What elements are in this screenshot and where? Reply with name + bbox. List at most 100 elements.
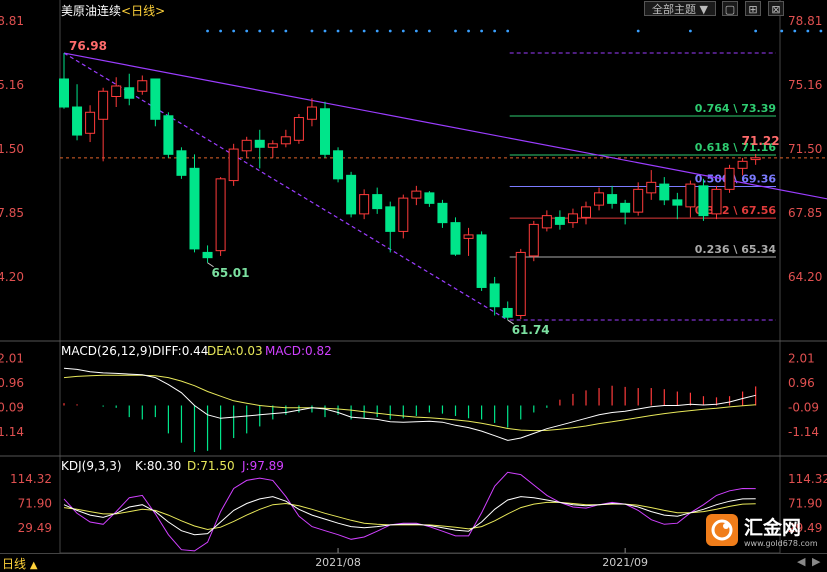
kdj-j-label: J:97.89 xyxy=(241,459,284,473)
restore-button[interactable]: ▢ xyxy=(722,1,738,16)
signal-dot-0 xyxy=(206,29,209,33)
candle-body-48 xyxy=(685,183,696,208)
next-icon[interactable]: ▶ xyxy=(812,555,820,568)
candle-body-31 xyxy=(463,234,474,239)
y-tick-right-2: 71.50 xyxy=(788,142,822,156)
kdj-y-tick-left-0: 114.32 xyxy=(10,472,52,486)
candle-body-26 xyxy=(398,197,409,232)
bottom-period-label: 日线 xyxy=(2,557,27,571)
candle-body-35 xyxy=(515,251,526,316)
candle-body-51 xyxy=(724,167,735,190)
kdj-k-label: K:80.30 xyxy=(135,459,181,473)
candle-body-42 xyxy=(607,194,618,204)
macd-y-tick-left-2: -0.09 xyxy=(0,401,24,415)
brand-logo: 汇金网 www.gold678.com xyxy=(706,512,824,552)
y-tick-left-0: 78.81 xyxy=(0,14,24,28)
signal-dot-18 xyxy=(467,29,470,33)
kdj-k-line xyxy=(63,496,756,536)
signal-dot-20 xyxy=(493,29,497,33)
signal-dot-1 xyxy=(219,29,223,33)
candle-body-6 xyxy=(137,80,148,92)
signal-dot-21 xyxy=(506,29,510,33)
candle-body-39 xyxy=(567,213,578,224)
close-button[interactable]: ⊠ xyxy=(768,1,784,16)
macd-y-tick-left-0: 2.01 xyxy=(0,352,24,366)
kdj-title: KDJ(9,3,3) xyxy=(61,459,122,473)
candle-body-8 xyxy=(163,115,174,155)
candle-body-9 xyxy=(176,150,187,176)
kdj-y-tick-left-2: 29.49 xyxy=(18,521,52,535)
signal-dot-4 xyxy=(258,29,262,33)
y-tick-left-2: 71.50 xyxy=(0,142,24,156)
candle-body-5 xyxy=(124,87,135,99)
candle-body-33 xyxy=(489,283,500,308)
candle-body-32 xyxy=(476,234,487,288)
signal-dot-24 xyxy=(754,29,758,33)
prev-icon[interactable]: ◀ xyxy=(797,555,805,568)
candle-body-43 xyxy=(620,202,631,213)
signal-dot-5 xyxy=(271,29,275,33)
candle-body-46 xyxy=(659,183,670,201)
close-icon: ⊠ xyxy=(771,3,781,16)
candle-body-15 xyxy=(254,139,265,148)
macd-value-label: MACD:0.82 xyxy=(265,344,332,358)
signal-dot-28 xyxy=(819,29,823,33)
kdj-d-label: D:71.50 xyxy=(187,459,235,473)
annotation-label-2: 61.74 xyxy=(512,323,550,337)
kdj-y-tick-left-1: 71.90 xyxy=(18,497,52,511)
candle-body-41 xyxy=(594,192,605,206)
candle-body-23 xyxy=(359,194,370,215)
candle-body-1 xyxy=(72,106,83,136)
y-tick-left-3: 67.85 xyxy=(0,206,24,220)
macd-title: MACD(26,12,9) xyxy=(61,344,152,358)
kdj-y-tick-right-0: 114.32 xyxy=(788,472,827,486)
candle-body-30 xyxy=(450,222,461,255)
candle-body-4 xyxy=(111,85,122,98)
signal-dot-27 xyxy=(806,29,810,33)
y-tick-right-0: 78.81 xyxy=(788,14,822,28)
candle-body-20 xyxy=(320,108,330,155)
signal-dot-17 xyxy=(454,29,457,33)
annotation-label-3: 71.22 xyxy=(742,134,780,148)
signal-dot-12 xyxy=(375,29,379,33)
kdj-y-tick-right-1: 71.90 xyxy=(788,497,822,511)
candle-body-21 xyxy=(333,150,344,180)
macd-y-tick-right-1: 0.96 xyxy=(788,376,815,390)
candle-body-34 xyxy=(502,307,513,318)
macd-diff-line xyxy=(63,367,756,441)
macd-y-tick-right-3: -1.14 xyxy=(788,425,819,439)
signal-dot-25 xyxy=(780,29,784,33)
signal-dot-13 xyxy=(388,29,392,33)
candle-body-2 xyxy=(85,111,96,134)
candle-body-13 xyxy=(228,148,239,182)
macd-diff-label: DIFF:0.44 xyxy=(152,344,208,358)
candle-body-14 xyxy=(241,139,252,152)
candle-body-52 xyxy=(737,160,748,169)
restore-icon: ▢ xyxy=(724,3,736,16)
candle-body-12 xyxy=(215,178,226,252)
candle-body-37 xyxy=(541,215,552,229)
y-tick-right-4: 64.20 xyxy=(788,270,822,284)
period-label[interactable]: 日线 xyxy=(131,4,155,18)
fib-label-1: 0.764 \ 73.39 xyxy=(695,102,776,115)
signal-dot-7 xyxy=(310,29,314,33)
bottom-period-tab[interactable]: 日线 ▲ xyxy=(2,555,38,572)
candle-body-50 xyxy=(711,188,722,215)
signal-dot-9 xyxy=(336,29,340,33)
chart-canvas[interactable]: 78.81 78.81 75.16 75.16 71.50 71.50 67.85 67.85… xyxy=(0,0,827,570)
macd-dea-label: DEA:0.03 xyxy=(207,344,263,358)
candle-body-16 xyxy=(267,143,278,148)
y-tick-right-1: 75.16 xyxy=(788,78,822,92)
zoom-button[interactable]: ⊞ xyxy=(745,1,761,16)
candle-body-29 xyxy=(437,202,448,224)
candle-body-44 xyxy=(633,188,644,213)
candle-body-45 xyxy=(646,181,657,194)
macd-y-tick-right-0: 2.01 xyxy=(788,352,815,366)
signal-dot-14 xyxy=(401,29,405,33)
signal-dot-11 xyxy=(362,29,366,33)
macd-y-tick-left-1: 0.96 xyxy=(0,376,24,390)
macd-y-tick-right-2: -0.09 xyxy=(788,401,819,415)
candle-body-53 xyxy=(750,157,761,161)
instrument-name: 美原油连续 xyxy=(61,4,122,18)
theme-select[interactable]: 全部主题 ▼ xyxy=(644,1,716,16)
